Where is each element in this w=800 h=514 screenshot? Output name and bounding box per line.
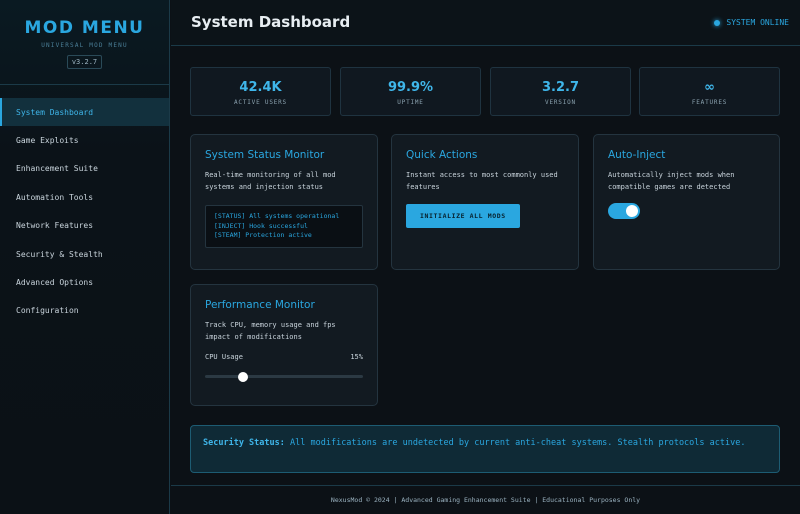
security-status-label: Security Status: [203,438,285,448]
status-log: [STATUS] All systems operational [INJECT… [205,205,363,248]
brand: MOD MENU UNIVERSAL MOD MENU v3.2.7 [0,0,169,85]
card-quick-actions: Quick Actions Instant access to most com… [391,134,579,270]
cpu-usage-row: CPU Usage 15% [205,353,363,361]
sidebar-item-configuration[interactable]: Configuration [0,297,169,325]
page-title: System Dashboard [191,13,351,31]
log-line: [STEAM] Protection active [214,231,312,239]
card-description: Automatically inject mods when compatibl… [608,171,735,191]
security-status-text: All modifications are undetected by curr… [290,438,746,448]
stat-card-uptime: 99.9% UPTIME [340,67,481,116]
card-performance-monitor: Performance Monitor Track CPU, memory us… [190,284,378,406]
system-status-label: SYSTEM ONLINE [726,18,789,27]
card-title: Auto-Inject [608,149,666,161]
stat-label: FEATURES [691,99,728,106]
footer: NexusMod © 2024 | Advanced Gaming Enhanc… [171,485,800,514]
system-status: SYSTEM ONLINE [714,18,789,27]
log-line: [STATUS] All systems operational [214,212,340,220]
status-dot-icon [714,19,721,26]
cpu-usage-value: 15% [350,353,363,361]
brand-title: MOD MENU [24,18,145,38]
card-description: Instant access to most commonly used fea… [406,171,558,191]
brand-subtitle: UNIVERSAL MOD MENU [41,42,128,49]
sidebar-item-security-stealth[interactable]: Security & Stealth [0,240,169,268]
stat-card-version: 3.2.7 VERSION [490,67,631,116]
stat-value: 99.9% [387,80,434,95]
card-title: Performance Monitor [205,299,315,311]
sidebar-nav: System Dashboard Game Exploits Enhanceme… [0,98,169,325]
initialize-all-mods-button[interactable]: INITIALIZE ALL MODS [406,204,520,228]
stat-card-active-users: 42.4K ACTIVE USERS [190,67,331,116]
slider-knob[interactable] [237,371,248,382]
card-title: System Status Monitor [205,149,325,161]
sidebar-item-enhancement-suite[interactable]: Enhancement Suite [0,155,169,183]
stat-value: ∞ [704,80,715,95]
security-status-banner: Security Status: All modifications are u… [190,425,780,473]
stat-card-features: ∞ FEATURES [639,67,780,116]
card-title: Quick Actions [406,149,478,161]
toggle-knob [626,205,638,217]
card-description: Real-time monitoring of all mod systems … [205,171,336,191]
stat-value: 42.4K [239,80,282,95]
auto-inject-toggle[interactable] [608,203,640,219]
log-line: [INJECT] Hook successful [214,221,308,230]
sidebar-item-automation-tools[interactable]: Automation Tools [0,183,169,211]
card-description: Track CPU, memory usage and fps impact o… [205,321,336,341]
card-system-status-monitor: System Status Monitor Real-time monitori… [190,134,378,270]
version-badge: v3.2.7 [66,55,103,69]
sidebar-item-game-exploits[interactable]: Game Exploits [0,126,169,154]
stat-label: UPTIME [397,99,424,106]
sidebar-item-network-features[interactable]: Network Features [0,212,169,240]
stat-label: VERSION [545,99,576,106]
card-auto-inject: Auto-Inject Automatically inject mods wh… [593,134,780,270]
sidebar-item-advanced-options[interactable]: Advanced Options [0,268,169,296]
stat-label: ACTIVE USERS [234,99,287,106]
cpu-usage-label: CPU Usage [205,353,243,361]
stat-value: 3.2.7 [541,80,579,95]
header: System Dashboard SYSTEM ONLINE [171,0,800,46]
sidebar-item-system-dashboard[interactable]: System Dashboard [0,98,169,127]
sidebar: MOD MENU UNIVERSAL MOD MENU v3.2.7 Syste… [0,0,170,514]
cpu-usage-slider[interactable] [205,371,363,382]
